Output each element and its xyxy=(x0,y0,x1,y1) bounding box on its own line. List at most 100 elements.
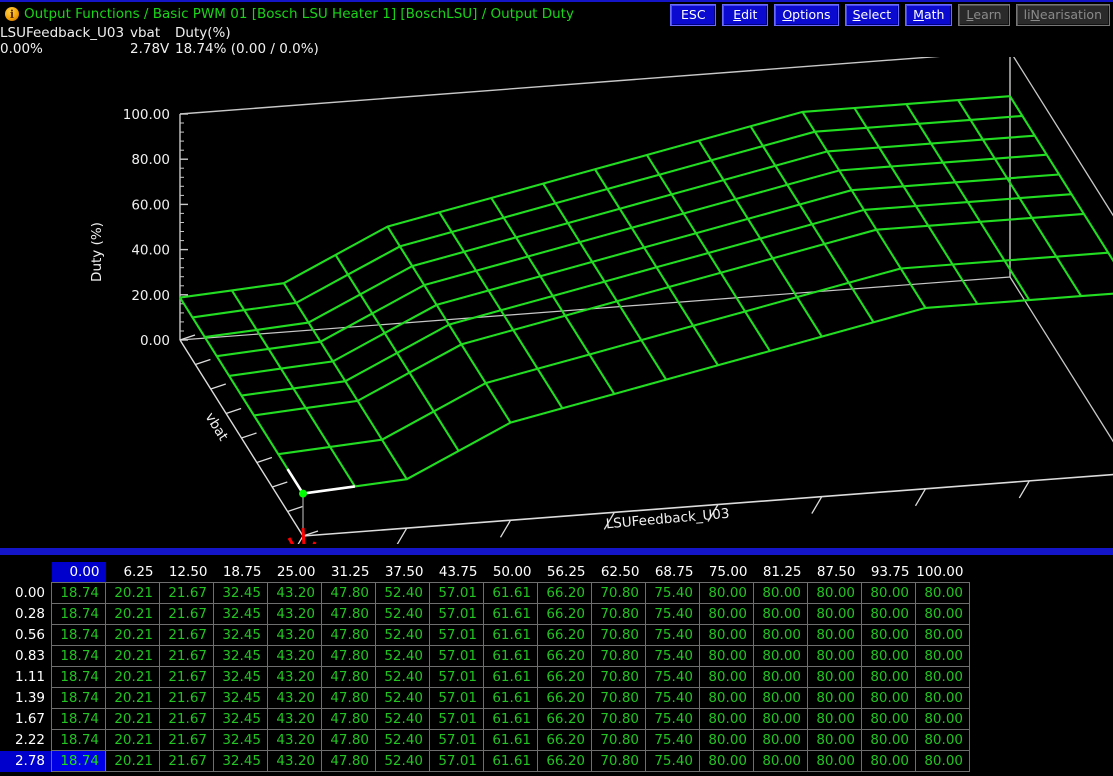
table-row-header[interactable]: 0.56 xyxy=(0,624,52,646)
table-col-header[interactable]: 87.50 xyxy=(807,562,862,583)
table-cell[interactable]: 52.40 xyxy=(375,708,430,730)
table-cell[interactable]: 32.45 xyxy=(213,687,268,709)
surface-plot[interactable]: 0.00 20.00 40.00 60.00 80.00 100.00 Duty (%) L… xyxy=(0,57,1113,544)
table-cell[interactable]: 21.67 xyxy=(159,582,214,604)
table-cell[interactable]: 57.01 xyxy=(429,603,484,625)
table-cell[interactable]: 47.80 xyxy=(321,750,376,772)
table-col-header[interactable]: 81.25 xyxy=(753,562,808,583)
table-cell[interactable]: 80.00 xyxy=(915,750,970,772)
table-cell[interactable]: 70.80 xyxy=(591,687,646,709)
table-row[interactable]: 2.78 18.74 20.21 21.67 32.45 43.20 47.80 52.40 5… xyxy=(0,750,970,772)
table-cell[interactable]: 18.74 xyxy=(51,750,106,772)
table-cell[interactable]: 80.00 xyxy=(861,750,916,772)
table-cell[interactable]: 32.45 xyxy=(213,750,268,772)
table-row-header[interactable]: 1.11 xyxy=(0,666,52,688)
table-row[interactable]: 2.22 18.74 20.21 21.67 32.45 43.20 47.80 52.40 5… xyxy=(0,729,970,751)
table-cell[interactable]: 52.40 xyxy=(375,624,430,646)
table-cell[interactable]: 43.20 xyxy=(267,750,322,772)
table-cell[interactable]: 80.00 xyxy=(699,708,754,730)
table-cell[interactable]: 47.80 xyxy=(321,708,376,730)
table-cell[interactable]: 43.20 xyxy=(267,666,322,688)
table-cell[interactable]: 47.80 xyxy=(321,624,376,646)
table-row[interactable]: 1.39 18.74 20.21 21.67 32.45 43.20 47.80 52.40 5… xyxy=(0,687,970,709)
value-table[interactable]: 0.00 6.25 12.50 18.75 25.00 31.25 37.50 43.75 50… xyxy=(0,562,1113,772)
table-row-header[interactable]: 0.28 xyxy=(0,603,52,625)
table-cell[interactable]: 80.00 xyxy=(807,687,862,709)
table-cell[interactable]: 80.00 xyxy=(861,666,916,688)
table-cell[interactable]: 21.67 xyxy=(159,624,214,646)
table-cell[interactable]: 75.40 xyxy=(645,666,700,688)
table-cell[interactable]: 75.40 xyxy=(645,729,700,751)
table-col-header[interactable]: 37.50 xyxy=(375,562,430,583)
table-cell[interactable]: 32.45 xyxy=(213,729,268,751)
table-cell[interactable]: 80.00 xyxy=(807,582,862,604)
table-cell[interactable]: 80.00 xyxy=(915,624,970,646)
table-cell[interactable]: 47.80 xyxy=(321,582,376,604)
table-col-header[interactable]: 18.75 xyxy=(213,562,268,583)
table-cell[interactable]: 80.00 xyxy=(699,645,754,667)
table-cell[interactable]: 80.00 xyxy=(861,729,916,751)
table-cell[interactable]: 66.20 xyxy=(537,603,592,625)
table-cell[interactable]: 18.74 xyxy=(51,624,106,646)
table-cell[interactable]: 21.67 xyxy=(159,645,214,667)
table-row-header[interactable]: 0.00 xyxy=(0,582,52,604)
toolbar-button-esc[interactable]: ESC xyxy=(670,3,717,26)
table-row-header[interactable]: 0.83 xyxy=(0,645,52,667)
table-row-header[interactable]: 2.22 xyxy=(0,729,52,751)
table-cell[interactable]: 66.20 xyxy=(537,708,592,730)
table-col-header[interactable]: 0.00 xyxy=(51,562,106,583)
table-cell[interactable]: 57.01 xyxy=(429,624,484,646)
table-cell[interactable]: 47.80 xyxy=(321,645,376,667)
table-cell[interactable]: 70.80 xyxy=(591,624,646,646)
table-cell[interactable]: 20.21 xyxy=(105,750,160,772)
table-cell[interactable]: 57.01 xyxy=(429,708,484,730)
table-cell[interactable]: 80.00 xyxy=(915,729,970,751)
table-cell[interactable]: 61.61 xyxy=(483,750,538,772)
table-cell[interactable]: 20.21 xyxy=(105,687,160,709)
table-row-header[interactable]: 1.67 xyxy=(0,708,52,730)
table-cell[interactable]: 52.40 xyxy=(375,645,430,667)
table-cell[interactable]: 80.00 xyxy=(699,666,754,688)
table-col-header[interactable]: 6.25 xyxy=(105,562,160,583)
table-cell[interactable]: 80.00 xyxy=(915,603,970,625)
table-row-header[interactable]: 2.78 xyxy=(0,750,52,772)
table-row[interactable]: 0.56 18.74 20.21 21.67 32.45 43.20 47.80 52.40 5… xyxy=(0,624,970,646)
table-cell[interactable]: 21.67 xyxy=(159,729,214,751)
table-row[interactable]: 1.67 18.74 20.21 21.67 32.45 43.20 47.80 52.40 5… xyxy=(0,708,970,730)
table-cell[interactable]: 70.80 xyxy=(591,645,646,667)
toolbar-button-options[interactable]: Options xyxy=(774,3,839,26)
surface-plot-svg[interactable]: 0.00 20.00 40.00 60.00 80.00 100.00 Duty (%) L… xyxy=(0,57,1113,544)
panel-divider[interactable] xyxy=(0,548,1113,555)
table-cell[interactable]: 43.20 xyxy=(267,645,322,667)
table-cell[interactable]: 52.40 xyxy=(375,729,430,751)
table-cell[interactable]: 20.21 xyxy=(105,603,160,625)
table-cell[interactable]: 61.61 xyxy=(483,645,538,667)
table-cell[interactable]: 18.74 xyxy=(51,687,106,709)
table-cell[interactable]: 75.40 xyxy=(645,582,700,604)
table-cell[interactable]: 80.00 xyxy=(861,687,916,709)
table-cell[interactable]: 80.00 xyxy=(915,645,970,667)
table-cell[interactable]: 57.01 xyxy=(429,666,484,688)
table-cell[interactable]: 70.80 xyxy=(591,582,646,604)
table-cell[interactable]: 20.21 xyxy=(105,645,160,667)
table-cell[interactable]: 47.80 xyxy=(321,666,376,688)
table-cell[interactable]: 57.01 xyxy=(429,645,484,667)
table-cell[interactable]: 21.67 xyxy=(159,666,214,688)
table-cell[interactable]: 80.00 xyxy=(699,603,754,625)
table-cell[interactable]: 70.80 xyxy=(591,750,646,772)
table-cell[interactable]: 80.00 xyxy=(807,750,862,772)
table-cell[interactable]: 80.00 xyxy=(861,603,916,625)
table-cell[interactable]: 80.00 xyxy=(807,645,862,667)
toolbar-button-edit[interactable]: Edit xyxy=(722,3,769,26)
table-cell[interactable]: 32.45 xyxy=(213,645,268,667)
table-cell[interactable]: 75.40 xyxy=(645,603,700,625)
cursor-node[interactable] xyxy=(299,489,307,498)
table-cell[interactable]: 57.01 xyxy=(429,729,484,751)
table-cell[interactable]: 20.21 xyxy=(105,666,160,688)
table-cell[interactable]: 32.45 xyxy=(213,708,268,730)
table-col-header[interactable]: 93.75 xyxy=(861,562,916,583)
table-cell[interactable]: 20.21 xyxy=(105,624,160,646)
table-cell[interactable]: 47.80 xyxy=(321,603,376,625)
table-cell[interactable]: 52.40 xyxy=(375,750,430,772)
table-cell[interactable]: 20.21 xyxy=(105,729,160,751)
